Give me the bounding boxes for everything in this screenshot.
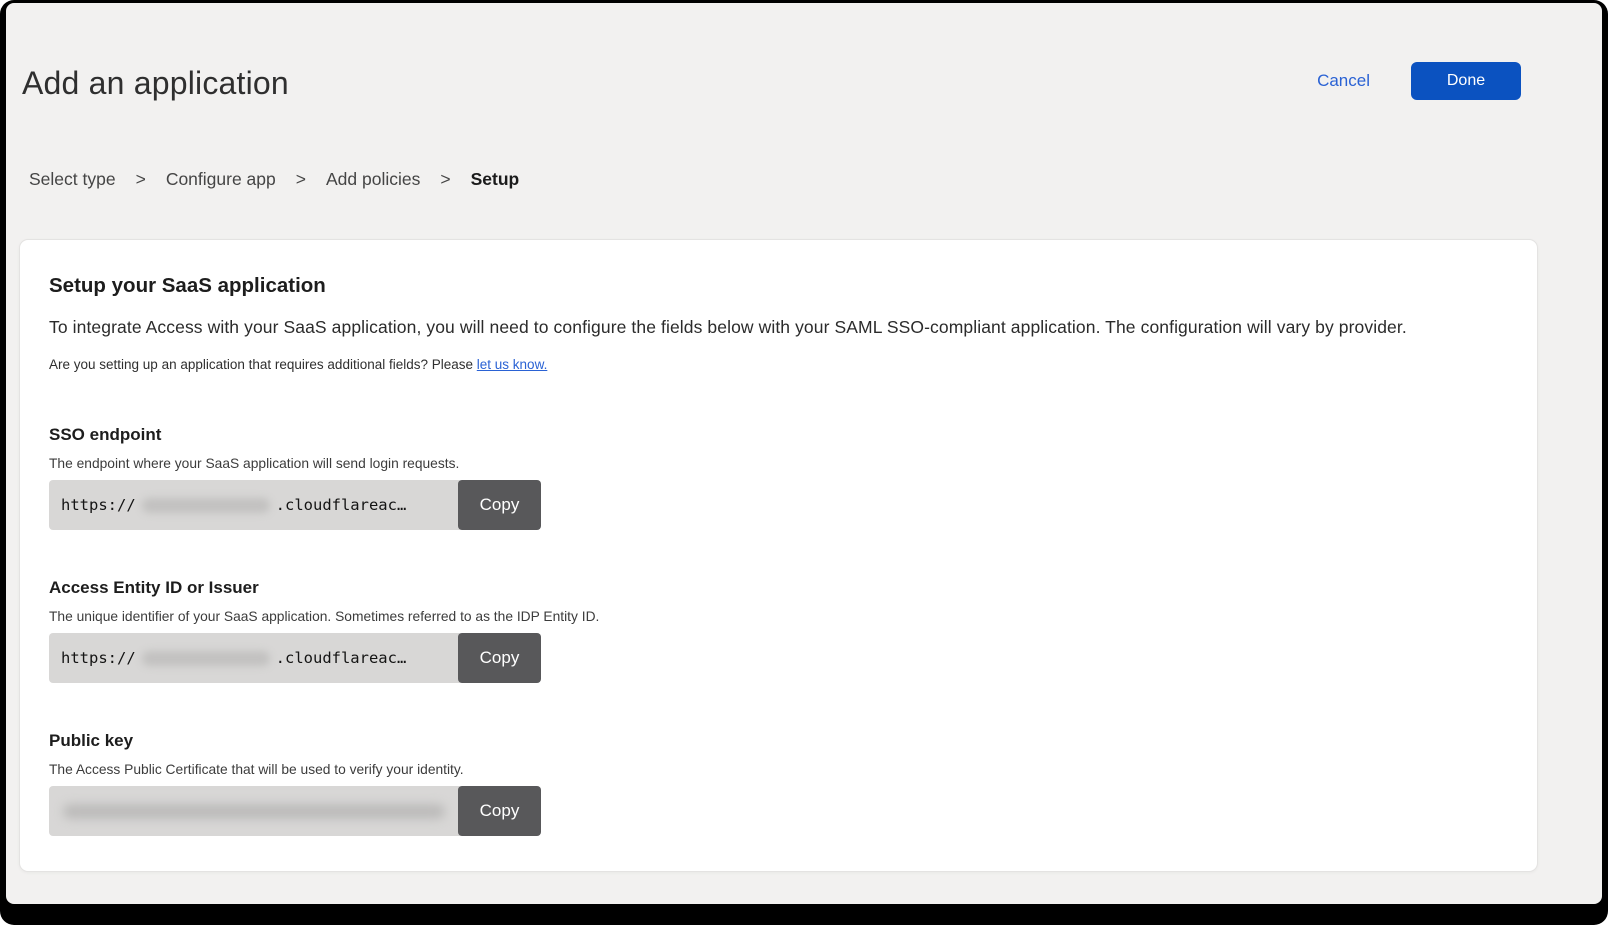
page-title: Add an application	[22, 65, 289, 102]
redacted-value	[142, 498, 270, 513]
field-value: https:// .cloudflareac…	[49, 633, 460, 683]
field-label: Public key	[49, 731, 1507, 751]
field-label: SSO endpoint	[49, 425, 1507, 445]
copy-button[interactable]: Copy	[458, 480, 541, 530]
breadcrumb-item[interactable]: Select type	[29, 169, 116, 190]
note-text: Are you setting up an application that r…	[49, 357, 477, 372]
card-intro: To integrate Access with your SaaS appli…	[49, 317, 1507, 338]
field-block: Access Entity ID or Issuer The unique id…	[49, 578, 1507, 683]
breadcrumb-separator: >	[440, 169, 450, 190]
field-value-row: https:// .cloudflareac… Copy	[49, 633, 541, 683]
value-prefix: https://	[61, 649, 136, 667]
breadcrumb-separator: >	[296, 169, 306, 190]
setup-card: Setup your SaaS application To integrate…	[19, 239, 1538, 872]
card-heading: Setup your SaaS application	[49, 274, 1507, 298]
field-value	[49, 786, 460, 836]
cancel-button[interactable]: Cancel	[1317, 71, 1370, 91]
card-note: Are you setting up an application that r…	[49, 357, 1507, 372]
redacted-value	[63, 804, 445, 819]
breadcrumb: Select type > Configure app > Add policies > S…	[29, 169, 519, 190]
field-description: The endpoint where your SaaS application…	[49, 456, 1507, 471]
value-suffix: .cloudflareac…	[276, 496, 407, 514]
field-description: The Access Public Certificate that will …	[49, 762, 1507, 777]
breadcrumb-item[interactable]: Add policies	[326, 169, 420, 190]
redacted-value	[142, 651, 270, 666]
add-application-page: Add an application Cancel Done Select ty…	[6, 3, 1602, 904]
done-button[interactable]: Done	[1411, 62, 1521, 100]
breadcrumb-item[interactable]: Configure app	[166, 169, 276, 190]
let-us-know-link[interactable]: let us know.	[477, 357, 548, 372]
field-value: https:// .cloudflareac…	[49, 480, 460, 530]
breadcrumb-current: Setup	[471, 169, 520, 190]
field-list: SSO endpoint The endpoint where your Saa…	[49, 425, 1507, 836]
field-description: The unique identifier of your SaaS appli…	[49, 609, 1507, 624]
copy-button[interactable]: Copy	[458, 786, 541, 836]
window-frame: Add an application Cancel Done Select ty…	[0, 0, 1608, 925]
field-value-row: Copy	[49, 786, 541, 836]
field-label: Access Entity ID or Issuer	[49, 578, 1507, 598]
field-value-row: https:// .cloudflareac… Copy	[49, 480, 541, 530]
field-block: Public key The Access Public Certificate…	[49, 731, 1507, 836]
value-suffix: .cloudflareac…	[276, 649, 407, 667]
copy-button[interactable]: Copy	[458, 633, 541, 683]
field-block: SSO endpoint The endpoint where your Saa…	[49, 425, 1507, 530]
value-prefix: https://	[61, 496, 136, 514]
breadcrumb-separator: >	[136, 169, 146, 190]
